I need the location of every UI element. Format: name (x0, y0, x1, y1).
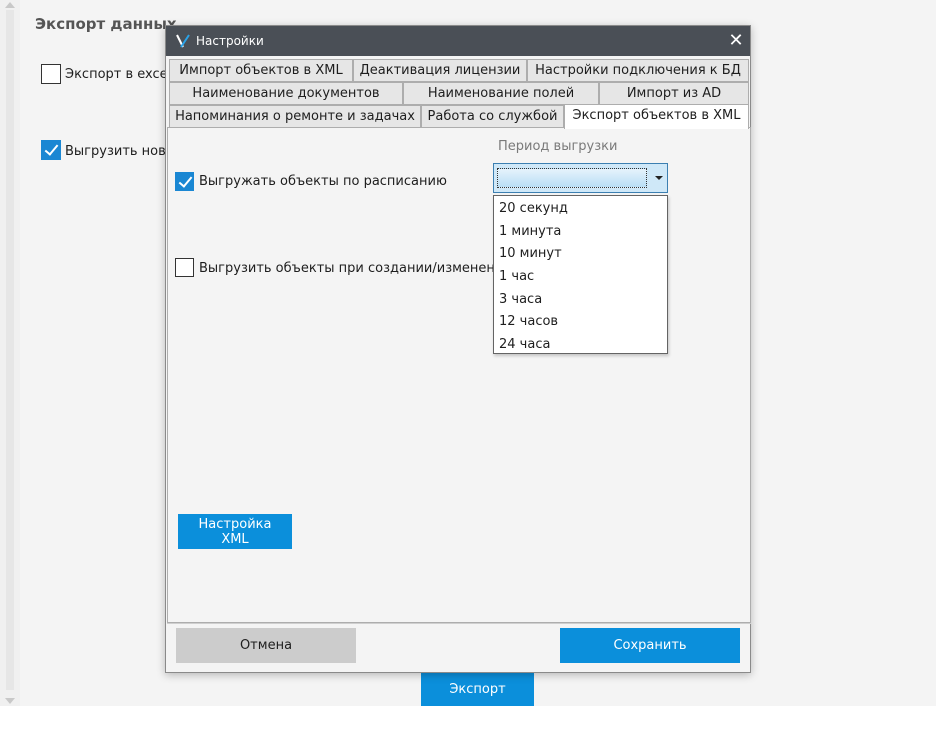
period-option[interactable]: 20 секунд (499, 198, 568, 220)
tab-repair-reminders[interactable]: Напоминания о ремонте и задачах (169, 105, 421, 128)
upload-new-checkbox[interactable] (41, 140, 61, 160)
on-create-label: Выгрузить объекты при создании/изменении (199, 261, 512, 276)
checkmark-icon (44, 141, 59, 156)
upload-new-label: Выгрузить новы (65, 144, 177, 159)
tab-license-deactivation[interactable]: Деактивация лицензии (353, 59, 527, 82)
schedule-checkbox[interactable] (175, 172, 194, 191)
tab-import-ad[interactable]: Импорт из AD (599, 82, 749, 105)
tab-document-names[interactable]: Наименование документов (169, 82, 403, 105)
left-scrollbar[interactable] (0, 0, 20, 706)
tab-service[interactable]: Работа со службой (421, 105, 564, 128)
xml-settings-button[interactable]: Настройка XML (178, 514, 292, 549)
dialog-title: Настройки (196, 34, 264, 48)
export-excel-checkbox[interactable] (41, 64, 61, 84)
on-create-checkbox[interactable] (175, 258, 194, 277)
period-option[interactable]: 3 часа (499, 289, 542, 311)
scroll-down-icon[interactable] (5, 698, 15, 704)
cancel-button[interactable]: Отмена (176, 628, 356, 663)
section-title: Экспорт данных (35, 15, 177, 33)
settings-dialog: Настройки ✕ Импорт объектов в XML Деакти… (165, 25, 751, 673)
period-option[interactable]: 10 минут (499, 243, 562, 265)
schedule-label: Выгружать объекты по расписанию (199, 174, 447, 189)
period-option[interactable]: 1 минута (499, 221, 561, 243)
tab-field-names[interactable]: Наименование полей (403, 82, 599, 105)
footer-divider (167, 623, 751, 624)
export-button[interactable]: Экспорт (421, 672, 534, 706)
chevron-down-icon[interactable] (655, 176, 663, 180)
tab-content: Период выгрузки Выгружать объекты по рас… (167, 127, 751, 623)
period-label: Период выгрузки (498, 139, 618, 154)
app-logo-icon (176, 34, 190, 48)
dialog-titlebar[interactable]: Настройки ✕ (166, 26, 750, 56)
period-option[interactable]: 1 час (499, 266, 534, 288)
scroll-up-icon[interactable] (5, 2, 15, 8)
export-excel-label: Экспорт в excel (65, 67, 172, 82)
save-button[interactable]: Сохранить (560, 628, 740, 663)
tab-export-xml[interactable]: Экспорт объектов в XML (564, 104, 749, 129)
tab-import-xml[interactable]: Импорт объектов в XML (169, 59, 353, 82)
close-icon[interactable]: ✕ (722, 26, 750, 56)
period-select-value (497, 168, 647, 188)
checkmark-icon (178, 173, 193, 188)
period-option[interactable]: 12 часов (499, 311, 558, 333)
scrollbar-thumb[interactable] (6, 10, 14, 690)
period-dropdown-list: 20 секунд 1 минута 10 минут 1 час 3 часа… (493, 195, 668, 354)
tab-db-connection[interactable]: Настройки подключения к БД (527, 59, 749, 82)
period-option[interactable]: 24 часа (499, 334, 550, 356)
period-select[interactable] (493, 163, 668, 193)
